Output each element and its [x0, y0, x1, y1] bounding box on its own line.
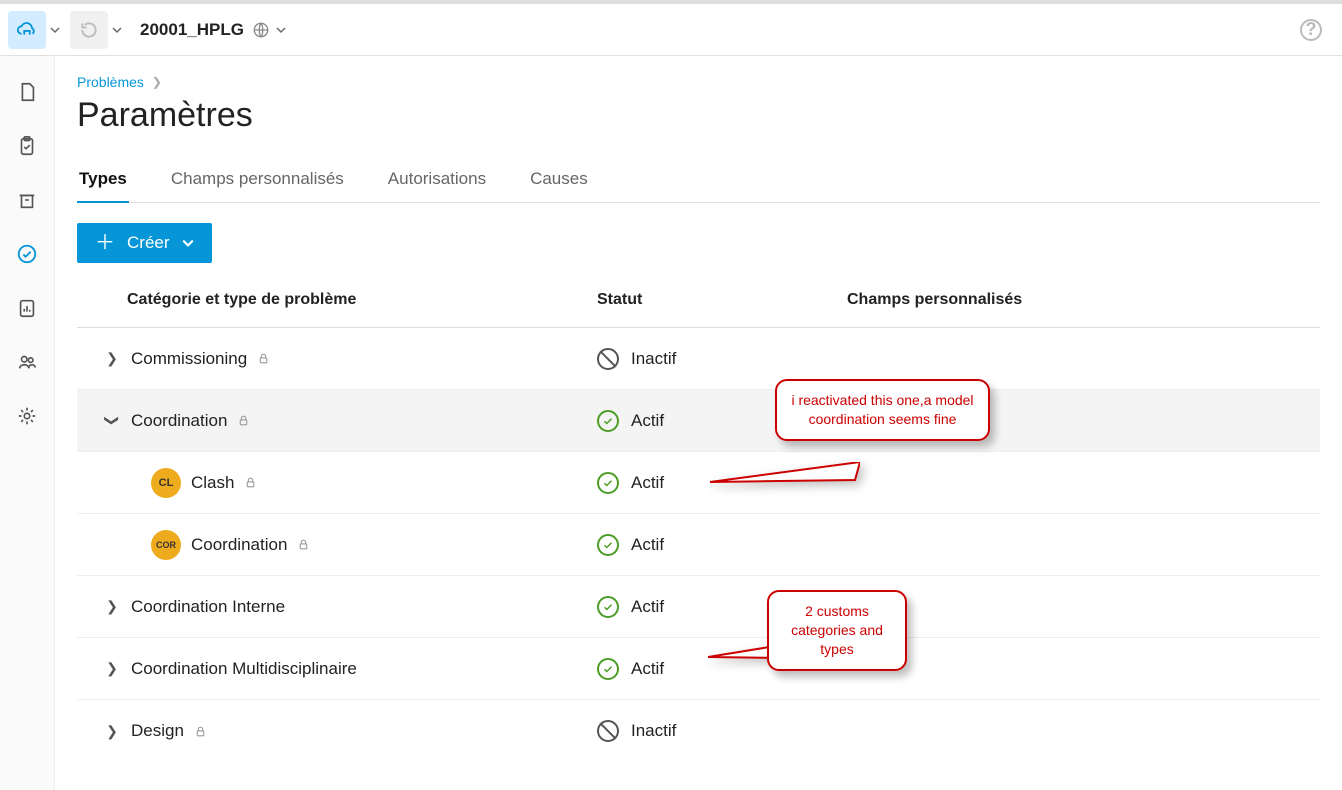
tabs: Types Champs personnalisés Autorisations… — [77, 163, 1320, 203]
chevron-down-icon — [182, 237, 194, 249]
status-active-icon — [597, 596, 619, 618]
table-row[interactable]: ❯ Commissioning Inactif — [77, 328, 1320, 390]
cloud-home-icon — [16, 19, 38, 41]
back-button[interactable] — [70, 11, 108, 49]
type-label: Clash — [191, 473, 234, 493]
breadcrumb: Problèmes ❯ — [77, 74, 1320, 90]
project-dropdown[interactable] — [276, 25, 296, 35]
chevron-right-icon: ❯ — [152, 75, 162, 89]
status-inactive-icon — [597, 348, 619, 370]
callout-text: i reactivated this one,a model coordinat… — [791, 392, 973, 427]
types-table: Catégorie et type de problème Statut Cha… — [77, 291, 1320, 762]
type-badge: COR — [151, 530, 181, 560]
table-row[interactable]: ❯ Coordination Interne Actif — [77, 576, 1320, 638]
top-bar: 20001_HPLG ? — [0, 0, 1342, 56]
callout-text: 2 customs categories and types — [791, 603, 883, 657]
status-label: Actif — [631, 659, 664, 679]
status-active-icon — [597, 658, 619, 680]
tab-custom-fields[interactable]: Champs personnalisés — [169, 163, 346, 202]
category-label: Coordination Interne — [131, 597, 285, 617]
status-label: Inactif — [631, 349, 676, 369]
page-title: Paramètres — [77, 96, 1320, 135]
back-dropdown[interactable] — [112, 25, 132, 35]
lock-icon — [257, 352, 270, 365]
plus-icon: ＋ — [95, 233, 115, 253]
table-row[interactable]: ❯ Design Inactif — [77, 700, 1320, 762]
left-nav-rail — [0, 56, 55, 790]
table-row[interactable]: ❯ Coordination Multidisciplinaire Actif — [77, 638, 1320, 700]
tab-types[interactable]: Types — [77, 163, 129, 203]
table-header: Catégorie et type de problème Statut Cha… — [77, 291, 1320, 328]
status-label: Actif — [631, 597, 664, 617]
status-active-icon — [597, 472, 619, 494]
status-label: Actif — [631, 535, 664, 555]
annotation-callout-1: i reactivated this one,a model coordinat… — [775, 379, 990, 441]
chevron-right-icon[interactable]: ❯ — [103, 598, 121, 615]
create-button[interactable]: ＋ Créer — [77, 223, 212, 263]
header-custom: Champs personnalisés — [847, 291, 1320, 309]
breadcrumb-root[interactable]: Problèmes — [77, 74, 144, 90]
status-label: Actif — [631, 411, 664, 431]
category-label: Coordination Multidisciplinaire — [131, 659, 357, 679]
home-dropdown[interactable] — [50, 25, 70, 35]
table-row[interactable]: ❯ Coordination Actif — [77, 390, 1320, 452]
header-category: Catégorie et type de problème — [77, 291, 597, 309]
chevron-right-icon[interactable]: ❯ — [103, 723, 121, 740]
nav-report-icon[interactable] — [15, 296, 39, 320]
table-row[interactable]: COR Coordination Actif — [77, 514, 1320, 576]
nav-check-icon[interactable] — [15, 242, 39, 266]
globe-icon — [252, 21, 270, 39]
nav-archive-icon[interactable] — [15, 188, 39, 212]
tab-causes[interactable]: Causes — [528, 163, 590, 202]
lock-icon — [194, 725, 207, 738]
status-active-icon — [597, 534, 619, 556]
lock-icon — [237, 414, 250, 427]
chevron-down-icon — [112, 25, 122, 35]
status-label: Inactif — [631, 721, 676, 741]
chevron-down-icon — [276, 25, 286, 35]
chevron-down-icon[interactable]: ❯ — [104, 412, 121, 430]
refresh-back-icon — [79, 20, 99, 40]
nav-settings-icon[interactable] — [15, 404, 39, 428]
table-row[interactable]: CL Clash Actif — [77, 452, 1320, 514]
tab-permissions[interactable]: Autorisations — [386, 163, 488, 202]
create-button-label: Créer — [127, 233, 170, 253]
lock-icon — [244, 476, 257, 489]
help-button[interactable]: ? — [1300, 19, 1322, 41]
category-label: Commissioning — [131, 349, 247, 369]
main-content: Problèmes ❯ Paramètres Types Champs pers… — [55, 56, 1342, 790]
nav-clipboard-icon[interactable] — [15, 134, 39, 158]
category-label: Design — [131, 721, 184, 741]
chevron-right-icon[interactable]: ❯ — [103, 660, 121, 677]
chevron-right-icon[interactable]: ❯ — [103, 350, 121, 367]
annotation-callout-2: 2 customs categories and types — [767, 590, 907, 671]
type-label: Coordination — [191, 535, 287, 555]
category-label: Coordination — [131, 411, 227, 431]
lock-icon — [297, 538, 310, 551]
nav-members-icon[interactable] — [15, 350, 39, 374]
header-status: Statut — [597, 291, 847, 309]
home-button[interactable] — [8, 11, 46, 49]
chevron-down-icon — [50, 25, 60, 35]
nav-file-icon[interactable] — [15, 80, 39, 104]
type-badge: CL — [151, 468, 181, 498]
project-name: 20001_HPLG — [140, 20, 244, 40]
status-label: Actif — [631, 473, 664, 493]
status-inactive-icon — [597, 720, 619, 742]
status-active-icon — [597, 410, 619, 432]
